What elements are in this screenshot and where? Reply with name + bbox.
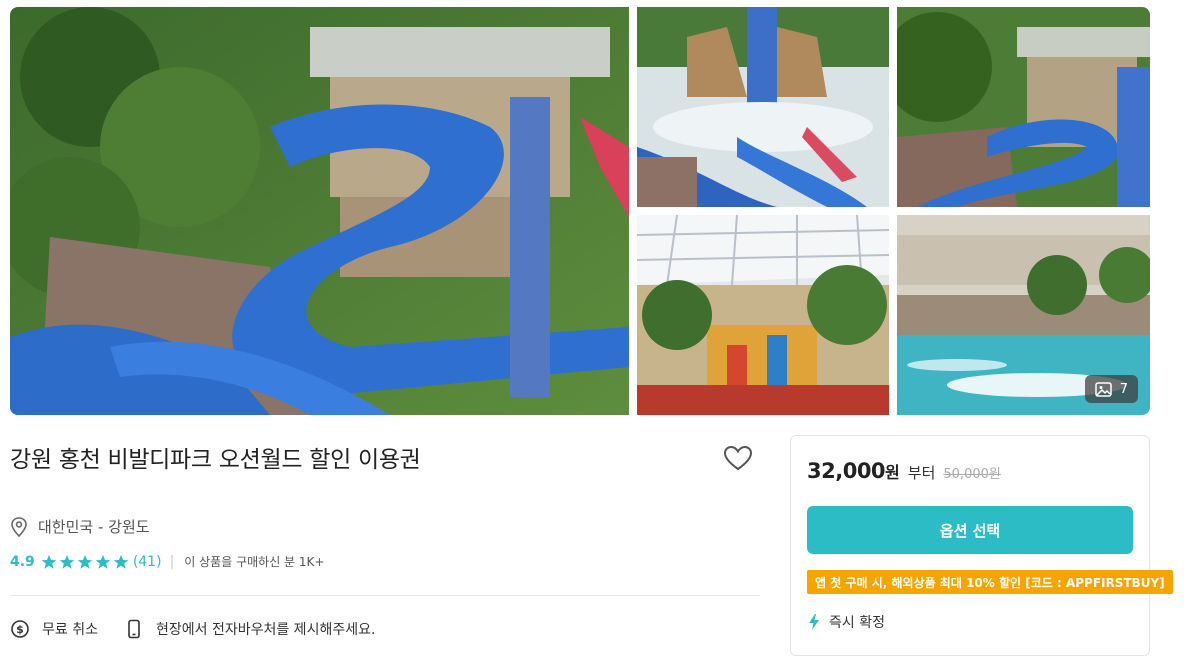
rating-separator: | [169, 553, 175, 570]
location-text: 대한민국 - 강원도 [38, 518, 150, 536]
mobile-phone-icon [128, 619, 140, 639]
location: 대한민국 - 강원도 [10, 516, 150, 537]
price-row: 32,000 원 부터 50,000원 [807, 459, 1001, 483]
star-icon [113, 554, 129, 569]
instant-confirm: 즉시 확정 [807, 612, 885, 632]
product-title: 강원 홍천 비발디파크 오션월드 할인 이용권 [10, 447, 421, 473]
gallery-photo-4[interactable] [637, 215, 889, 415]
feature-list: $ 무료 취소 현장에서 전자바우처를 제시해주세요. [10, 619, 401, 639]
price: 32,000 [807, 459, 886, 483]
price-from-label: 부터 [907, 464, 936, 482]
star-icon [95, 554, 111, 569]
purchase-card: 32,000 원 부터 50,000원 옵션 선택 앱 첫 구매 시, 해외상품… [790, 435, 1173, 656]
gallery-photo-2[interactable] [637, 7, 889, 207]
photo-count-badge[interactable]: 7 [1084, 375, 1138, 403]
original-price: 50,000원 [943, 467, 1001, 482]
rating-score: 4.9 [10, 553, 35, 570]
heart-icon [723, 445, 753, 471]
star-icon [77, 554, 93, 569]
review-count[interactable]: (41) [133, 554, 162, 570]
free-cancel-label: 무료 취소 [42, 622, 98, 638]
rating-row[interactable]: 4.9 (41) | 이 상품을 구매하신 분 1K+ [10, 553, 324, 570]
voucher-label: 현장에서 전자바우처를 제시해주세요. [155, 622, 376, 638]
svg-text:$: $ [16, 623, 24, 636]
instant-confirm-label: 즉시 확정 [829, 615, 885, 631]
wishlist-button[interactable] [722, 443, 754, 473]
photo-gallery: 7 [10, 7, 1150, 415]
gallery-photo-main[interactable] [10, 7, 629, 415]
select-option-button[interactable]: 옵션 선택 [807, 506, 1133, 554]
lightning-icon [809, 614, 819, 630]
rating-stars [41, 554, 129, 570]
buyers-count: 이 상품을 구매하신 분 1K+ [184, 555, 325, 569]
feature-free-cancel: $ 무료 취소 [10, 619, 98, 639]
map-pin-icon [11, 516, 27, 537]
divider [10, 595, 760, 596]
refund-icon: $ [11, 620, 29, 638]
promo-banner: 앱 첫 구매 시, 해외상품 최대 10% 할인 [코드 : APPFIRSTB… [807, 570, 1173, 594]
gallery-photo-5[interactable]: 7 [897, 215, 1150, 415]
image-icon [1094, 381, 1112, 397]
gallery-photo-3[interactable] [897, 7, 1150, 207]
feature-voucher: 현장에서 전자바우처를 제시해주세요. [124, 619, 375, 639]
photo-count: 7 [1119, 381, 1128, 397]
price-unit: 원 [885, 463, 900, 482]
star-icon [59, 554, 75, 569]
star-icon [41, 554, 57, 569]
